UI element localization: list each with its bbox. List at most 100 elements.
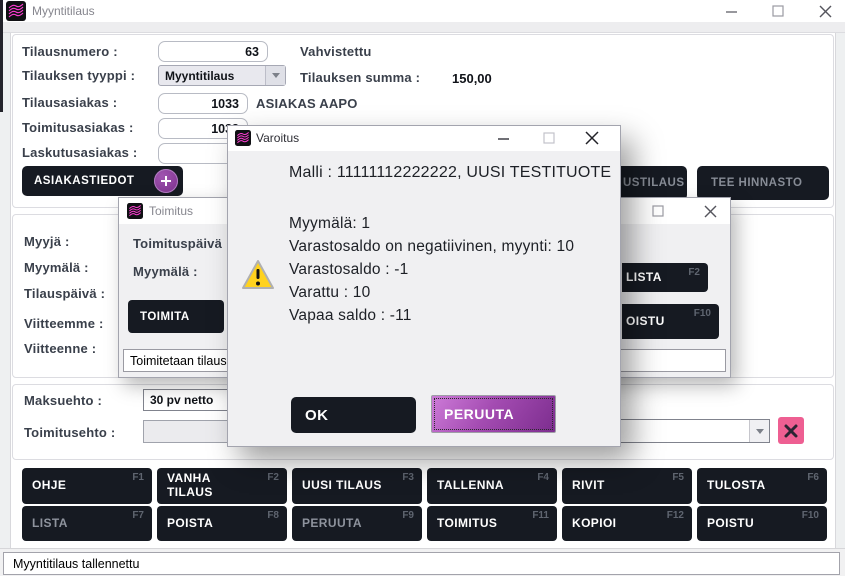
kopioi-label: KOPIOI	[562, 517, 616, 531]
tee-hinnasto-button[interactable]: TEE HINNASTO	[697, 166, 829, 200]
rivit-label: RIVIT	[562, 479, 605, 493]
dialog-lista-button[interactable]: LISTA F2	[622, 263, 708, 292]
lista-label: LISTA	[22, 517, 68, 531]
varoitus-title: Varoitus	[256, 131, 299, 145]
fkey-badge: F7	[132, 510, 144, 521]
varoitus-line: Varastosaldo : -1	[289, 258, 574, 281]
uusi-tilaus-label: UUSI TILAUS	[292, 479, 382, 493]
fkey-badge: F10	[694, 308, 711, 319]
varoitus-titlebar[interactable]: Varoitus	[228, 126, 620, 151]
window-title: Myyntitilaus	[32, 4, 95, 18]
maximize-icon[interactable]	[645, 200, 671, 222]
plus-icon[interactable]	[154, 169, 178, 193]
edge-sliver	[0, 0, 3, 112]
tilauspaiva-label: Tilauspäivä :	[24, 286, 105, 301]
tilausnumero-label: Tilausnumero :	[22, 44, 118, 59]
minimize-icon[interactable]	[718, 0, 744, 22]
myyja-label: Myyjä :	[24, 234, 69, 249]
vanha-tilaus-button[interactable]: VANHA TILAUS F2	[157, 468, 287, 504]
poistu-button[interactable]: POISTU F10	[697, 506, 827, 541]
maximize-icon[interactable]	[765, 0, 791, 22]
chevron-down-icon[interactable]	[265, 66, 285, 85]
tilausasiakas-name: ASIAKAS AAPO	[256, 96, 358, 111]
myymala-label: Myymälä :	[24, 260, 89, 275]
maksuehto-label: Maksuehto :	[24, 393, 102, 408]
tilauksen-summa-value: 150,00	[452, 71, 492, 86]
fkey-badge: F8	[267, 510, 279, 521]
clipped-tilaus-label: USTILAUS	[623, 177, 685, 189]
tilausasiakas-input[interactable]: 1033	[158, 93, 248, 114]
status-field: Myyntitilaus tallennettu	[3, 552, 840, 575]
fkey-badge: F1	[132, 472, 144, 483]
fkey-badge: F3	[402, 472, 414, 483]
rivit-button[interactable]: RIVIT F5	[562, 468, 692, 504]
viitteenne-label: Viitteenne :	[24, 341, 96, 356]
peruuta-dialog-label: PERUUTA	[444, 406, 514, 422]
uusi-tilaus-button[interactable]: UUSI TILAUS F3	[292, 468, 422, 504]
warning-icon	[241, 259, 275, 296]
clear-icon[interactable]	[778, 417, 804, 444]
close-icon[interactable]	[697, 200, 723, 222]
toimitus-myymala-label: Myymälä :	[133, 264, 198, 279]
varoitus-line: Varattu : 10	[289, 281, 574, 304]
tulosta-button[interactable]: TULOSTA F6	[697, 468, 827, 504]
poista-button[interactable]: POISTA F8	[157, 506, 287, 541]
dialog-poistu-button[interactable]: OISTU F10	[622, 304, 719, 339]
tilausasiakas-value: 1033	[211, 97, 239, 111]
tilausnumero-input[interactable]: 63	[158, 41, 268, 62]
fkey-badge: F10	[802, 510, 819, 521]
minimize-icon[interactable]	[490, 127, 516, 149]
maksuehto-value: 30 pv netto	[144, 393, 213, 407]
fkey-badge: F4	[537, 472, 549, 483]
toimitus-title: Toimitus	[149, 204, 193, 218]
clipped-tilaus-button[interactable]: USTILAUS	[621, 166, 687, 200]
varoitus-lines: Myymälä: 1 Varastosaldo on negatiivinen,…	[289, 212, 574, 327]
kopioi-button[interactable]: KOPIOI F12	[562, 506, 692, 541]
toimituspaiva-label: Toimituspäivä :	[133, 236, 230, 251]
tilauksen-summa-label: Tilauksen summa :	[300, 70, 420, 85]
app-icon	[235, 130, 251, 151]
tilauksen-tyyppi-select[interactable]: Myyntitilaus	[158, 65, 286, 86]
right-margin	[835, 33, 845, 548]
status-text: Myyntitilaus tallennettu	[13, 557, 139, 571]
chevron-down-icon[interactable]	[749, 420, 769, 442]
lista-button[interactable]: LISTA F7	[22, 506, 152, 541]
peruuta-label: PERUUTA	[292, 517, 362, 531]
vanha-tilaus-label: VANHA TILAUS	[157, 472, 213, 500]
tallenna-button[interactable]: TALLENNA F4	[427, 468, 557, 504]
ohje-button[interactable]: OHJE F1	[22, 468, 152, 504]
tallenna-label: TALLENNA	[427, 479, 504, 493]
main-titlebar[interactable]: Myyntitilaus	[0, 0, 845, 22]
close-icon[interactable]	[579, 127, 605, 149]
fkey-badge: F11	[532, 510, 549, 521]
toimita-label: TOIMITA	[140, 311, 190, 323]
laskutusasiakas-label: Laskutusasiakas :	[22, 145, 137, 160]
ok-button[interactable]: OK	[291, 397, 416, 433]
varoitus-line: Vapaa saldo : -11	[289, 304, 574, 327]
dialog-poistu-label: OISTU	[622, 315, 665, 329]
ohje-label: OHJE	[22, 479, 66, 493]
viitteemme-label: Viitteemme :	[24, 316, 103, 331]
varoitus-line: Varastosaldo on negatiivinen, myynti: 10	[289, 235, 574, 258]
close-icon[interactable]	[812, 0, 838, 22]
fkey-badge: F2	[688, 267, 700, 278]
toimitus-button[interactable]: TOIMITUS F11	[427, 506, 557, 541]
peruuta-button[interactable]: PERUUTA F9	[292, 506, 422, 541]
tilausasiakas-label: Tilausasiakas :	[22, 95, 117, 110]
fkey-badge: F9	[402, 510, 414, 521]
fkey-badge: F2	[267, 472, 279, 483]
asiakastiedot-button[interactable]: ASIAKASTIEDOT	[22, 166, 183, 196]
asiakastiedot-label: ASIAKASTIEDOT	[34, 175, 134, 187]
tilauksen-tyyppi-value: Myyntitilaus	[159, 69, 234, 83]
toimitusehto-label: Toimitusehto :	[24, 425, 115, 440]
peruuta-dialog-button[interactable]: PERUUTA	[431, 395, 556, 433]
toimita-button[interactable]: TOIMITA	[128, 300, 224, 333]
myyntitilaus-window: Myyntitilaus Tilausnumero : 63 Vahvistet…	[0, 0, 845, 576]
toimitus-status-text: Toimitetaan tilaus...	[130, 354, 237, 368]
poistu-label: POISTU	[697, 517, 754, 531]
toimitus-label: TOIMITUS	[427, 517, 497, 531]
ok-label: OK	[305, 407, 329, 424]
maximize-icon[interactable]	[536, 127, 562, 149]
fkey-badge: F12	[667, 510, 684, 521]
varoitus-dialog: Varoitus Malli : 11111112222222, UUSI TE…	[227, 125, 621, 447]
